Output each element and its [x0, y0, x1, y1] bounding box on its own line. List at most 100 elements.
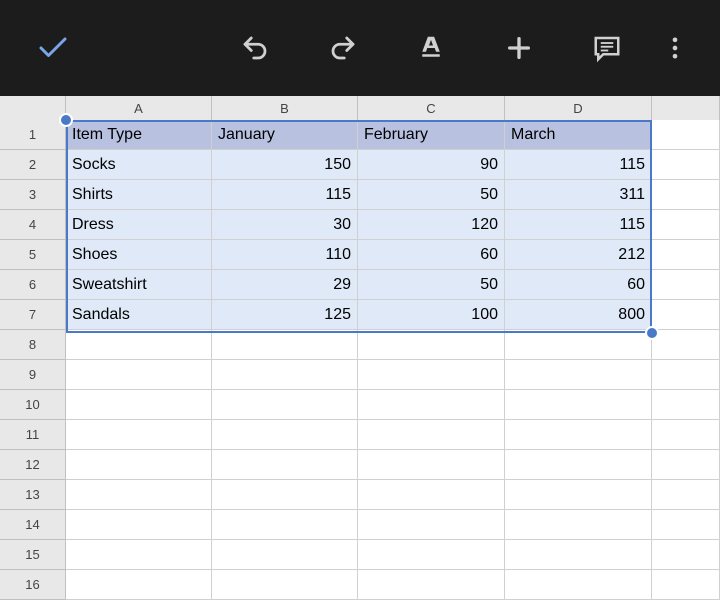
- cell-e13[interactable]: [652, 480, 720, 510]
- cell-e1[interactable]: [652, 120, 720, 150]
- cell-b15[interactable]: [212, 540, 358, 570]
- col-header-e[interactable]: [652, 96, 720, 120]
- cell-d5[interactable]: 212: [505, 240, 652, 270]
- cell-c3[interactable]: 50: [358, 180, 505, 210]
- row-header[interactable]: 15: [0, 540, 66, 570]
- cell-c6[interactable]: 50: [358, 270, 505, 300]
- row-header[interactable]: 1: [0, 120, 66, 150]
- more-button[interactable]: [654, 27, 696, 69]
- cell-e15[interactable]: [652, 540, 720, 570]
- cell-d9[interactable]: [505, 360, 652, 390]
- cell-a2[interactable]: Socks: [66, 150, 212, 180]
- cell-e4[interactable]: [652, 210, 720, 240]
- cell-d11[interactable]: [505, 420, 652, 450]
- cell-d7[interactable]: 800: [505, 300, 652, 330]
- row-header[interactable]: 10: [0, 390, 66, 420]
- cell-a9[interactable]: [66, 360, 212, 390]
- cell-e14[interactable]: [652, 510, 720, 540]
- cell-b13[interactable]: [212, 480, 358, 510]
- cell-b11[interactable]: [212, 420, 358, 450]
- cell-e6[interactable]: [652, 270, 720, 300]
- cell-e8[interactable]: [652, 330, 720, 360]
- cell-a12[interactable]: [66, 450, 212, 480]
- cell-c2[interactable]: 90: [358, 150, 505, 180]
- row-header[interactable]: 3: [0, 180, 66, 210]
- cell-c5[interactable]: 60: [358, 240, 505, 270]
- row-header[interactable]: 6: [0, 270, 66, 300]
- col-header-a[interactable]: A: [66, 96, 212, 120]
- comment-button[interactable]: [586, 27, 628, 69]
- cell-b12[interactable]: [212, 450, 358, 480]
- cell-d16[interactable]: [505, 570, 652, 600]
- row-header[interactable]: 12: [0, 450, 66, 480]
- cell-d15[interactable]: [505, 540, 652, 570]
- cell-d14[interactable]: [505, 510, 652, 540]
- format-button[interactable]: [410, 27, 452, 69]
- col-header-c[interactable]: C: [358, 96, 505, 120]
- cell-c7[interactable]: 100: [358, 300, 505, 330]
- row-header[interactable]: 7: [0, 300, 66, 330]
- cell-e12[interactable]: [652, 450, 720, 480]
- selection-handle-br[interactable]: [645, 326, 659, 340]
- cell-c11[interactable]: [358, 420, 505, 450]
- cell-e3[interactable]: [652, 180, 720, 210]
- cell-c4[interactable]: 120: [358, 210, 505, 240]
- row-header[interactable]: 13: [0, 480, 66, 510]
- cell-c15[interactable]: [358, 540, 505, 570]
- row-header[interactable]: 2: [0, 150, 66, 180]
- row-header[interactable]: 4: [0, 210, 66, 240]
- cell-c9[interactable]: [358, 360, 505, 390]
- row-header[interactable]: 14: [0, 510, 66, 540]
- cell-b1[interactable]: January: [212, 120, 358, 150]
- cell-a4[interactable]: Dress: [66, 210, 212, 240]
- cell-d4[interactable]: 115: [505, 210, 652, 240]
- cell-a3[interactable]: Shirts: [66, 180, 212, 210]
- undo-button[interactable]: [234, 27, 276, 69]
- cell-a6[interactable]: Sweatshirt: [66, 270, 212, 300]
- cell-e10[interactable]: [652, 390, 720, 420]
- cell-b3[interactable]: 115: [212, 180, 358, 210]
- cell-a15[interactable]: [66, 540, 212, 570]
- confirm-button[interactable]: [32, 27, 74, 69]
- cell-e16[interactable]: [652, 570, 720, 600]
- cell-a7[interactable]: Sandals: [66, 300, 212, 330]
- col-header-d[interactable]: D: [505, 96, 652, 120]
- cell-b7[interactable]: 125: [212, 300, 358, 330]
- cell-b2[interactable]: 150: [212, 150, 358, 180]
- cell-e11[interactable]: [652, 420, 720, 450]
- cell-e5[interactable]: [652, 240, 720, 270]
- cell-a8[interactable]: [66, 330, 212, 360]
- cell-b5[interactable]: 110: [212, 240, 358, 270]
- cell-b10[interactable]: [212, 390, 358, 420]
- cell-d2[interactable]: 115: [505, 150, 652, 180]
- cell-a1[interactable]: Item Type: [66, 120, 212, 150]
- cell-d10[interactable]: [505, 390, 652, 420]
- cell-b16[interactable]: [212, 570, 358, 600]
- cell-e7[interactable]: [652, 300, 720, 330]
- cell-a10[interactable]: [66, 390, 212, 420]
- cell-d3[interactable]: 311: [505, 180, 652, 210]
- cell-a16[interactable]: [66, 570, 212, 600]
- redo-button[interactable]: [322, 27, 364, 69]
- cell-c13[interactable]: [358, 480, 505, 510]
- selection-handle-tl[interactable]: [59, 113, 73, 127]
- corner-cell[interactable]: [0, 96, 66, 120]
- cell-d13[interactable]: [505, 480, 652, 510]
- cell-c8[interactable]: [358, 330, 505, 360]
- cell-b6[interactable]: 29: [212, 270, 358, 300]
- cell-b4[interactable]: 30: [212, 210, 358, 240]
- cell-a5[interactable]: Shoes: [66, 240, 212, 270]
- cell-c16[interactable]: [358, 570, 505, 600]
- cell-d1[interactable]: March: [505, 120, 652, 150]
- row-header[interactable]: 9: [0, 360, 66, 390]
- row-header[interactable]: 8: [0, 330, 66, 360]
- row-header[interactable]: 5: [0, 240, 66, 270]
- cell-d12[interactable]: [505, 450, 652, 480]
- cell-e2[interactable]: [652, 150, 720, 180]
- row-header[interactable]: 11: [0, 420, 66, 450]
- cell-d8[interactable]: [505, 330, 652, 360]
- col-header-b[interactable]: B: [212, 96, 358, 120]
- cell-a11[interactable]: [66, 420, 212, 450]
- cell-c10[interactable]: [358, 390, 505, 420]
- add-button[interactable]: [498, 27, 540, 69]
